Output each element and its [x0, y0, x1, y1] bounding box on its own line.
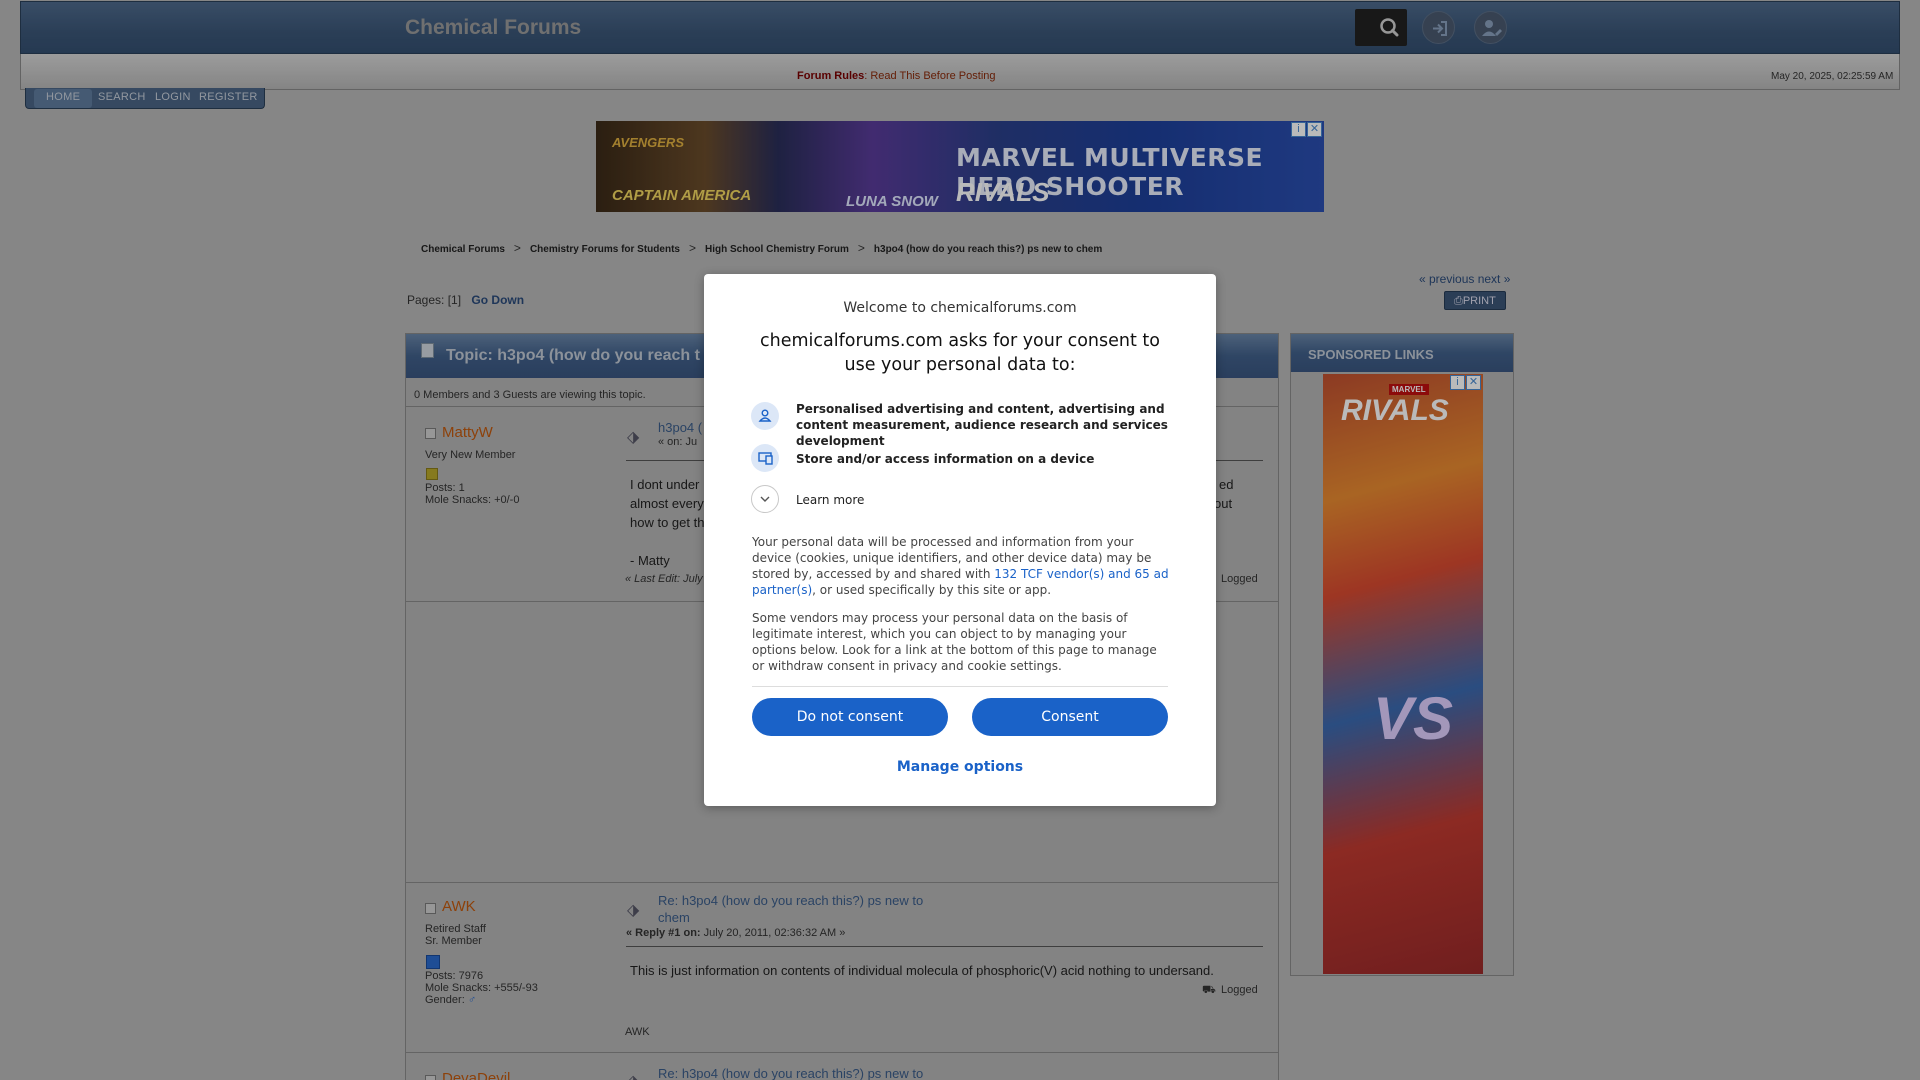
manage-options-link[interactable]: Manage options — [704, 759, 1216, 775]
person-icon — [751, 402, 779, 430]
consent-paragraph-2: Some vendors may process your personal d… — [752, 611, 1157, 673]
consent-button[interactable]: Consent — [972, 698, 1168, 736]
do-not-consent-button[interactable]: Do not consent — [752, 698, 948, 736]
chevron-down-icon — [760, 496, 770, 502]
purpose-advertising: Personalised advertising and content, ad… — [796, 402, 1168, 448]
para1-text-end: , or used specifically by this site or a… — [812, 583, 1052, 597]
learn-more-toggle[interactable] — [751, 485, 779, 513]
device-icon — [751, 444, 779, 472]
purpose-device-storage: Store and/or access information on a dev… — [796, 452, 1095, 466]
learn-more-label[interactable]: Learn more — [796, 492, 864, 508]
consent-paragraph-1: Your personal data will be processed and… — [752, 534, 1172, 598]
consent-welcome: Welcome to chemicalforums.com — [843, 300, 1077, 316]
modal-divider — [752, 686, 1168, 687]
consent-heading: chemicalforums.com asks for your consent… — [760, 331, 1160, 375]
consent-dialog: Welcome to chemicalforums.com chemicalfo… — [704, 274, 1216, 806]
